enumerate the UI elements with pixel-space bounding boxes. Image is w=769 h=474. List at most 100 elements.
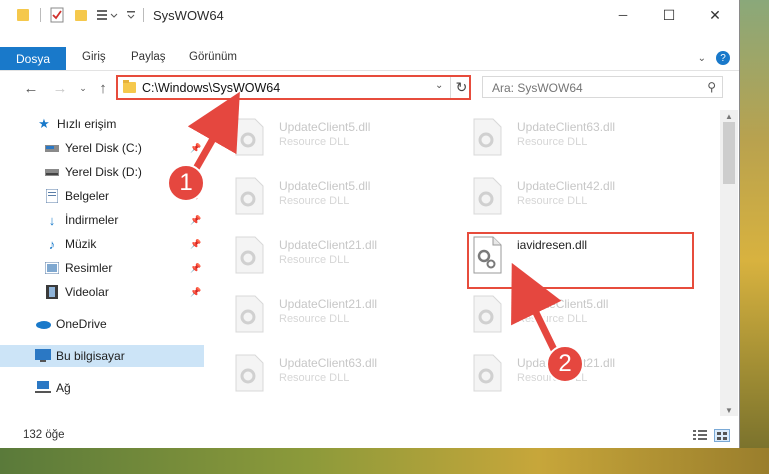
- pin-icon[interactable]: 📌: [190, 239, 201, 250]
- sidebar-item-label: Hızlı erişim: [57, 117, 117, 131]
- sidebar-item-label: Yerel Disk (C:): [65, 141, 142, 155]
- help-icon[interactable]: ?: [716, 51, 730, 65]
- computer-icon: [35, 348, 51, 364]
- sidebar-item-videos[interactable]: Videolar 📌: [0, 281, 204, 303]
- file-highlight-box: [467, 232, 694, 289]
- sidebar-item-label: Yerel Disk (D:): [65, 165, 142, 179]
- tab-file[interactable]: Dosya: [0, 47, 66, 70]
- dll-file-icon: [235, 177, 264, 215]
- step-2-badge: 2: [546, 345, 584, 383]
- scroll-up-icon[interactable]: ▲: [720, 110, 738, 122]
- dll-file-icon: [473, 295, 502, 333]
- recent-locations-button[interactable]: ⌄: [74, 79, 92, 97]
- pin-icon[interactable]: 📌: [190, 215, 201, 226]
- file-type: Resource DLL: [517, 136, 588, 148]
- address-bar[interactable]: C:\Windows\SysWOW64 ⌄ ↻: [116, 75, 471, 100]
- dll-file-icon: [235, 354, 264, 392]
- file-item[interactable]: UpdateClient5.dll Resource DLL: [456, 291, 681, 341]
- title-bar: SysWOW64 ─ ☐ ✕: [0, 0, 739, 30]
- sidebar-item-music[interactable]: ♪ Müzik 📌: [0, 233, 204, 255]
- sidebar-item-quick-access[interactable]: ★ Hızlı erişim: [0, 113, 204, 135]
- large-icons-view-icon[interactable]: [714, 429, 730, 442]
- forward-button[interactable]: →: [51, 79, 69, 97]
- status-bar: 132 öğe: [0, 425, 739, 447]
- scroll-down-icon[interactable]: ▼: [720, 404, 738, 416]
- file-type: Resource DLL: [517, 313, 588, 325]
- close-button[interactable]: ✕: [692, 0, 738, 30]
- properties-icon[interactable]: [50, 6, 64, 24]
- pin-icon[interactable]: 📌: [190, 287, 201, 298]
- file-type: Resource DLL: [517, 195, 588, 207]
- file-type: Resource DLL: [279, 254, 350, 266]
- step-1-badge: 1: [167, 164, 205, 202]
- pin-icon[interactable]: 📌: [190, 263, 201, 274]
- desktop-wallpaper-bottom: [0, 448, 769, 474]
- explorer-window: SysWOW64 ─ ☐ ✕ Dosya Giriş Paylaş Görünü…: [0, 0, 740, 448]
- file-name: UpdateClient5.dll: [517, 297, 609, 311]
- sidebar-item-disk-c[interactable]: Yerel Disk (C:) 📌: [0, 137, 204, 159]
- refresh-button[interactable]: ↻: [450, 77, 472, 98]
- search-input[interactable]: [490, 78, 694, 98]
- file-item[interactable]: UpdateClient21.dll Resource DLL: [218, 291, 443, 341]
- tab-view[interactable]: Görünüm: [189, 51, 237, 63]
- file-name: UpdateClient5.dll: [279, 179, 371, 193]
- file-type: Resource DLL: [279, 372, 350, 384]
- music-icon: ♪: [48, 236, 56, 252]
- new-folder-icon[interactable]: [74, 6, 88, 24]
- dll-file-icon: [235, 118, 264, 156]
- vertical-scrollbar[interactable]: ▲ ▼: [720, 110, 738, 416]
- file-item[interactable]: UpdateClient5.dll Resource DLL: [218, 114, 443, 164]
- sidebar-item-this-pc[interactable]: Bu bilgisayar: [0, 345, 204, 367]
- pin-icon[interactable]: 📌: [190, 143, 201, 154]
- refresh-icon: ↻: [455, 79, 468, 95]
- sidebar-item-label: OneDrive: [56, 317, 107, 331]
- dll-file-icon: [473, 118, 502, 156]
- file-item[interactable]: UpdateClient63.dll Resource DLL: [218, 350, 443, 400]
- file-item[interactable]: UpdateClient42.dll Resource DLL: [456, 173, 681, 223]
- address-path[interactable]: C:\Windows\SysWOW64: [142, 81, 280, 95]
- sidebar-item-label: Bu bilgisayar: [56, 349, 125, 363]
- maximize-button[interactable]: ☐: [646, 0, 692, 30]
- back-button[interactable]: ←: [22, 79, 40, 97]
- details-view-icon[interactable]: [692, 429, 708, 442]
- tab-home[interactable]: Giriş: [82, 51, 106, 63]
- file-item[interactable]: UpdateClient63.dll Resource DLL: [456, 114, 681, 164]
- item-count: 132 öğe: [23, 429, 65, 441]
- sidebar-item-label: Belgeler: [65, 189, 110, 203]
- file-type: Resource DLL: [279, 136, 350, 148]
- sidebar-item-downloads[interactable]: ↓ İndirmeler 📌: [0, 209, 204, 231]
- video-icon: [44, 284, 60, 300]
- sidebar-item-network[interactable]: Ağ: [0, 377, 204, 399]
- chevron-down-icon[interactable]: ⌄: [435, 80, 443, 91]
- minimize-button[interactable]: ─: [600, 0, 646, 30]
- ribbon-tabs: Dosya Giriş Paylaş Görünüm ⌄ ?: [0, 47, 739, 71]
- file-item[interactable]: UpdateClient21.dll Resource DLL: [218, 232, 443, 282]
- file-name: UpdateClient42.dll: [517, 179, 616, 193]
- search-box[interactable]: ⚲: [482, 76, 723, 98]
- file-name: UpdateClient5.dll: [279, 120, 371, 134]
- sidebar-item-pictures[interactable]: Resimler 📌: [0, 257, 204, 279]
- sidebar-item-onedrive[interactable]: OneDrive: [0, 313, 204, 335]
- documents-icon: [44, 188, 60, 204]
- navigation-pane: ★ Hızlı erişim Yerel Disk (C:) 📌 Yerel D…: [0, 110, 206, 410]
- forward-arrow-icon: →: [52, 79, 68, 97]
- chevron-down-icon[interactable]: [126, 6, 136, 24]
- folder-icon: [16, 6, 30, 24]
- back-arrow-icon: ←: [23, 79, 39, 97]
- close-icon: ✕: [709, 6, 721, 23]
- up-button[interactable]: ↑: [94, 79, 112, 97]
- dll-file-icon: [473, 177, 502, 215]
- file-name: UpdateClient21.dll: [279, 238, 378, 252]
- tab-share[interactable]: Paylaş: [131, 51, 166, 63]
- window-title: SysWOW64: [153, 8, 224, 23]
- minimize-icon: ─: [618, 8, 628, 22]
- sidebar-item-label: Ağ: [56, 381, 71, 395]
- dll-file-icon: [473, 354, 502, 392]
- quick-access-toolbar-divider: [40, 6, 41, 24]
- expand-ribbon-icon[interactable]: ⌄: [698, 53, 706, 64]
- file-item[interactable]: UpdateClient5.dll Resource DLL: [218, 173, 443, 223]
- scrollbar-thumb[interactable]: [723, 122, 735, 184]
- customize-toolbar-icon[interactable]: [96, 6, 122, 24]
- drive-icon: [44, 140, 60, 156]
- cloud-icon: [35, 316, 51, 332]
